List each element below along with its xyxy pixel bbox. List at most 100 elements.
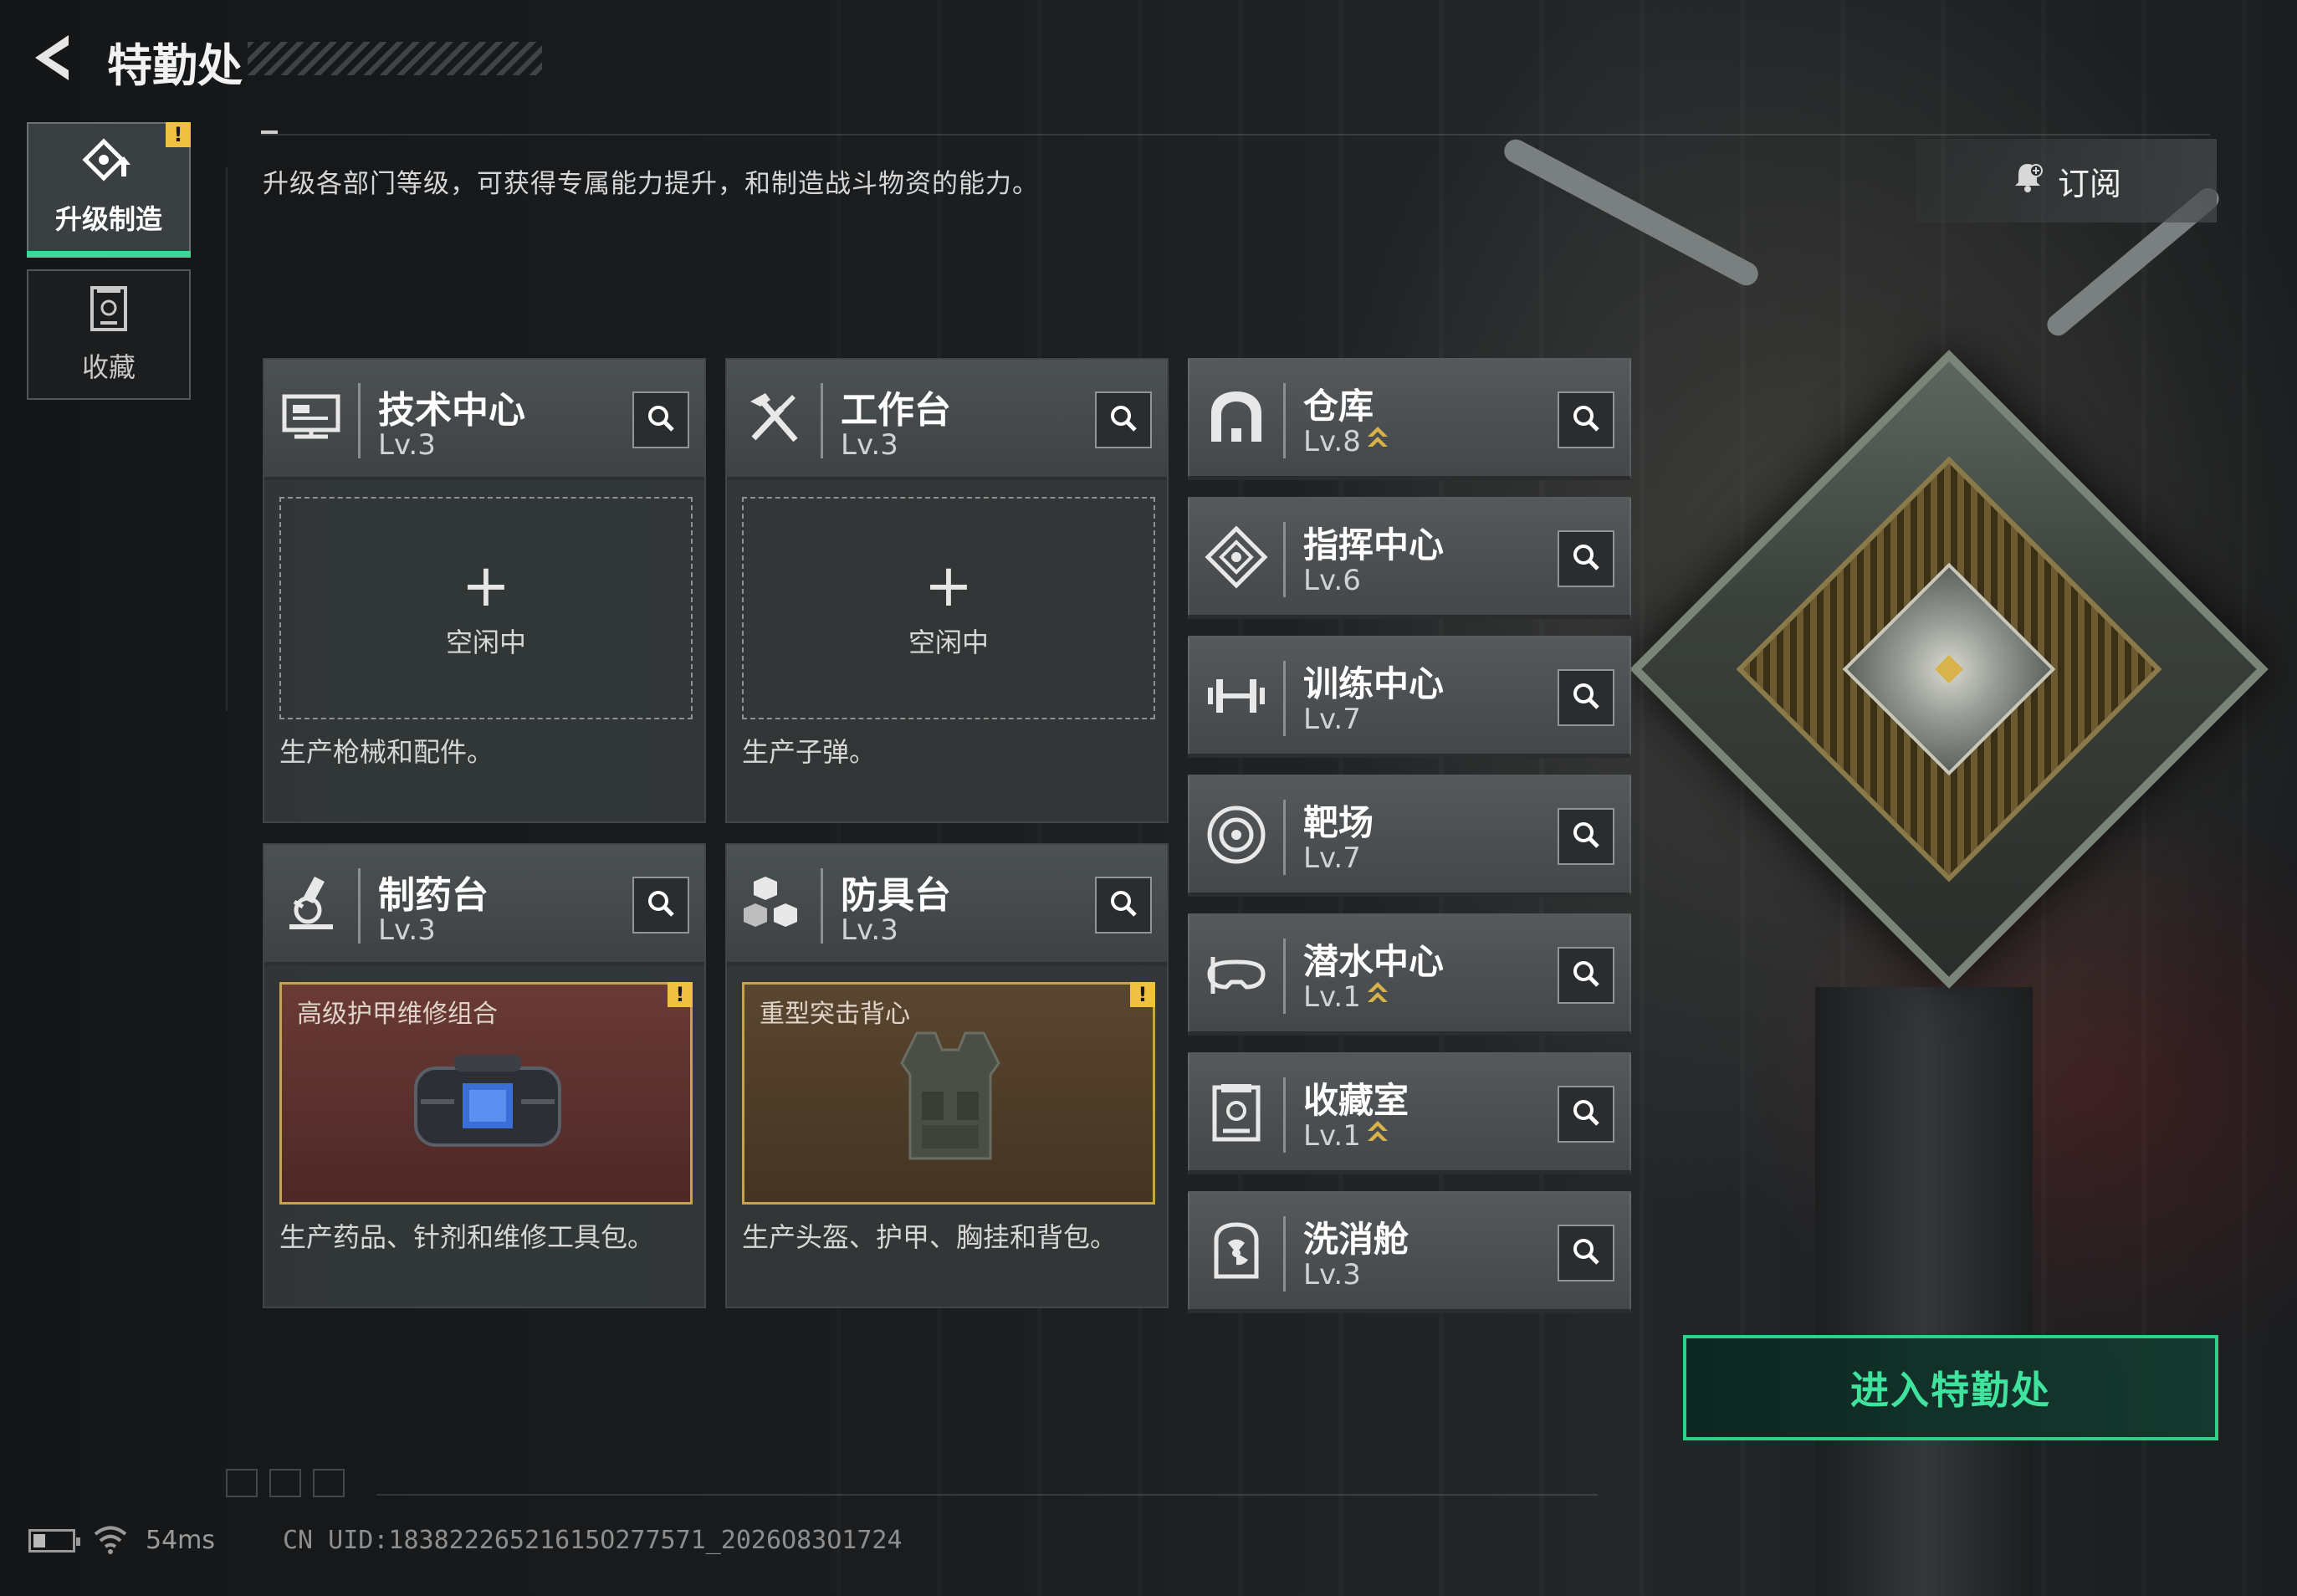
facility-warehouse[interactable]: 仓库 Lv.8 [1188,358,1631,480]
dumbbell-icon [1203,662,1270,729]
card-header: 制药台 Lv.3 [264,845,704,965]
facility-description: 生产子弹。 [742,736,877,768]
facility-card-pharmacy[interactable]: 制药台 Lv.3 高级护甲维修组合 ! 生产药品、针剂和维修工具包。 [263,843,706,1308]
facility-name: 潜水中心 [1303,941,1445,982]
assault-vest-image [883,1025,1017,1179]
search-button[interactable] [1558,391,1614,448]
slot-status: 空闲中 [445,627,526,658]
subscribe-button[interactable]: 订阅 [1916,139,2217,223]
upgrade-available-icon [1366,425,1389,461]
facility-name: 洗消舱 [1303,1219,1409,1260]
facility-level: Lv.3 [1303,1258,1361,1292]
sidebar-item-label: 升级制造 [54,203,162,235]
search-icon [1571,542,1601,575]
sidebar-tab-collection[interactable]: 收藏 [27,269,191,400]
sidebar-tab-upgrade-build[interactable]: 升级制造 ! [27,122,191,258]
card-header: 防具台 Lv.3 [727,845,1167,965]
monitor-icon [278,385,345,452]
search-button[interactable] [1558,1086,1614,1143]
wifi-icon [92,1522,129,1556]
page-description: 升级各部门等级，可获得专属能力提升，和制造战斗物资的能力。 [263,169,1039,199]
search-button[interactable] [1095,877,1152,934]
facility-card-armor-bench[interactable]: 防具台 Lv.3 重型突击背心 ! 生产头盔、护甲、胸挂和背包。 [725,843,1169,1308]
card-body: + 空闲中 生产枪械和配件。 [264,480,704,768]
left-divider [226,167,228,711]
enter-special-ops-button[interactable]: 进入特勤处 [1683,1335,2218,1440]
header-separator [821,868,823,944]
search-icon [1571,403,1601,437]
facility-training-center[interactable]: 训练中心 Lv.7 [1188,636,1631,758]
card-body: + 空闲中 生产子弹。 [727,480,1167,768]
add-icon: + [923,551,974,620]
active-tab-indicator [27,251,191,258]
collection-room-icon [1203,1079,1270,1146]
facility-level: Lv.7 [1303,703,1361,736]
search-button[interactable] [1558,808,1614,865]
search-icon [1571,959,1601,992]
search-icon [646,403,676,437]
subscribe-label: 订阅 [2057,165,2121,202]
header-separator [1283,1077,1286,1153]
card-header: 工作台 Lv.3 [727,360,1167,480]
facility-name: 靶场 [1303,802,1374,843]
search-icon [646,888,676,922]
facility-card-workbench[interactable]: 工作台 Lv.3 + 空闲中 生产子弹。 [725,358,1169,823]
search-button[interactable] [632,877,689,934]
header-separator [358,868,361,944]
title-decoration [248,42,542,75]
facility-name: 收藏室 [1303,1080,1409,1121]
facility-level: Lv.1 [1303,1119,1389,1155]
search-button[interactable] [1558,1225,1614,1281]
facility-diving-center[interactable]: 潜水中心 Lv.1 [1188,913,1631,1036]
ping-readout: 54ms [146,1526,216,1555]
facility-name: 仓库 [1303,386,1374,427]
diving-mask-icon [1203,940,1270,1007]
production-slot[interactable]: + 空闲中 [742,497,1155,719]
search-button[interactable] [1558,530,1614,587]
search-icon [1108,403,1138,437]
search-icon [1571,820,1601,853]
header-separator [1283,939,1286,1014]
facility-command-center[interactable]: 指挥中心 Lv.6 [1188,497,1631,619]
warehouse-icon [1203,385,1270,452]
bottom-divider [376,1494,1598,1496]
search-button[interactable] [1095,391,1152,448]
product-slot[interactable]: 高级护甲维修组合 ! [279,982,693,1205]
facility-level: Lv.7 [1303,841,1361,875]
facility-name: 训练中心 [1303,663,1445,704]
search-button[interactable] [1558,947,1614,1004]
add-icon: + [461,551,511,620]
target-icon [1203,801,1270,868]
facility-description: 生产药品、针剂和维修工具包。 [279,1221,655,1253]
search-button[interactable] [632,391,689,448]
facility-card-tech-center[interactable]: 技术中心 Lv.3 + 空闲中 生产枪械和配件。 [263,358,706,823]
search-icon [1108,888,1138,922]
header-separator [1283,383,1286,458]
production-slot[interactable]: + 空闲中 [279,497,693,719]
facility-level: Lv.1 [1303,980,1389,1016]
card-body: 重型突击背心 ! 生产头盔、护甲、胸挂和背包。 [727,965,1167,1253]
collection-icon [89,284,129,336]
header-separator [1283,1216,1286,1292]
search-icon [1571,1236,1601,1270]
header-separator [1283,661,1286,736]
bell-plus-icon [2011,161,2044,202]
facility-collection-room[interactable]: 收藏室 Lv.1 [1188,1052,1631,1174]
search-icon [1571,1097,1601,1131]
cube-pillar [1815,987,2033,1596]
product-slot[interactable]: 重型突击背心 ! [742,982,1155,1205]
facility-level: Lv.3 [841,913,898,947]
facility-name: 工作台 [841,389,951,432]
header-separator [358,383,361,458]
facility-level: Lv.3 [378,913,436,947]
card-header: 技术中心 Lv.3 [264,360,704,480]
back-arrow-icon[interactable] [27,30,77,85]
search-icon [1571,681,1601,714]
facility-decontamination[interactable]: 洗消舱 Lv.3 [1188,1191,1631,1313]
header-separator [821,383,823,458]
product-name: 高级护甲维修组合 [297,1000,498,1029]
search-button[interactable] [1558,669,1614,726]
facility-shooting-range[interactable]: 靶场 Lv.7 [1188,775,1631,897]
microscope-icon [278,870,345,937]
upgrade-build-icon [82,138,136,188]
